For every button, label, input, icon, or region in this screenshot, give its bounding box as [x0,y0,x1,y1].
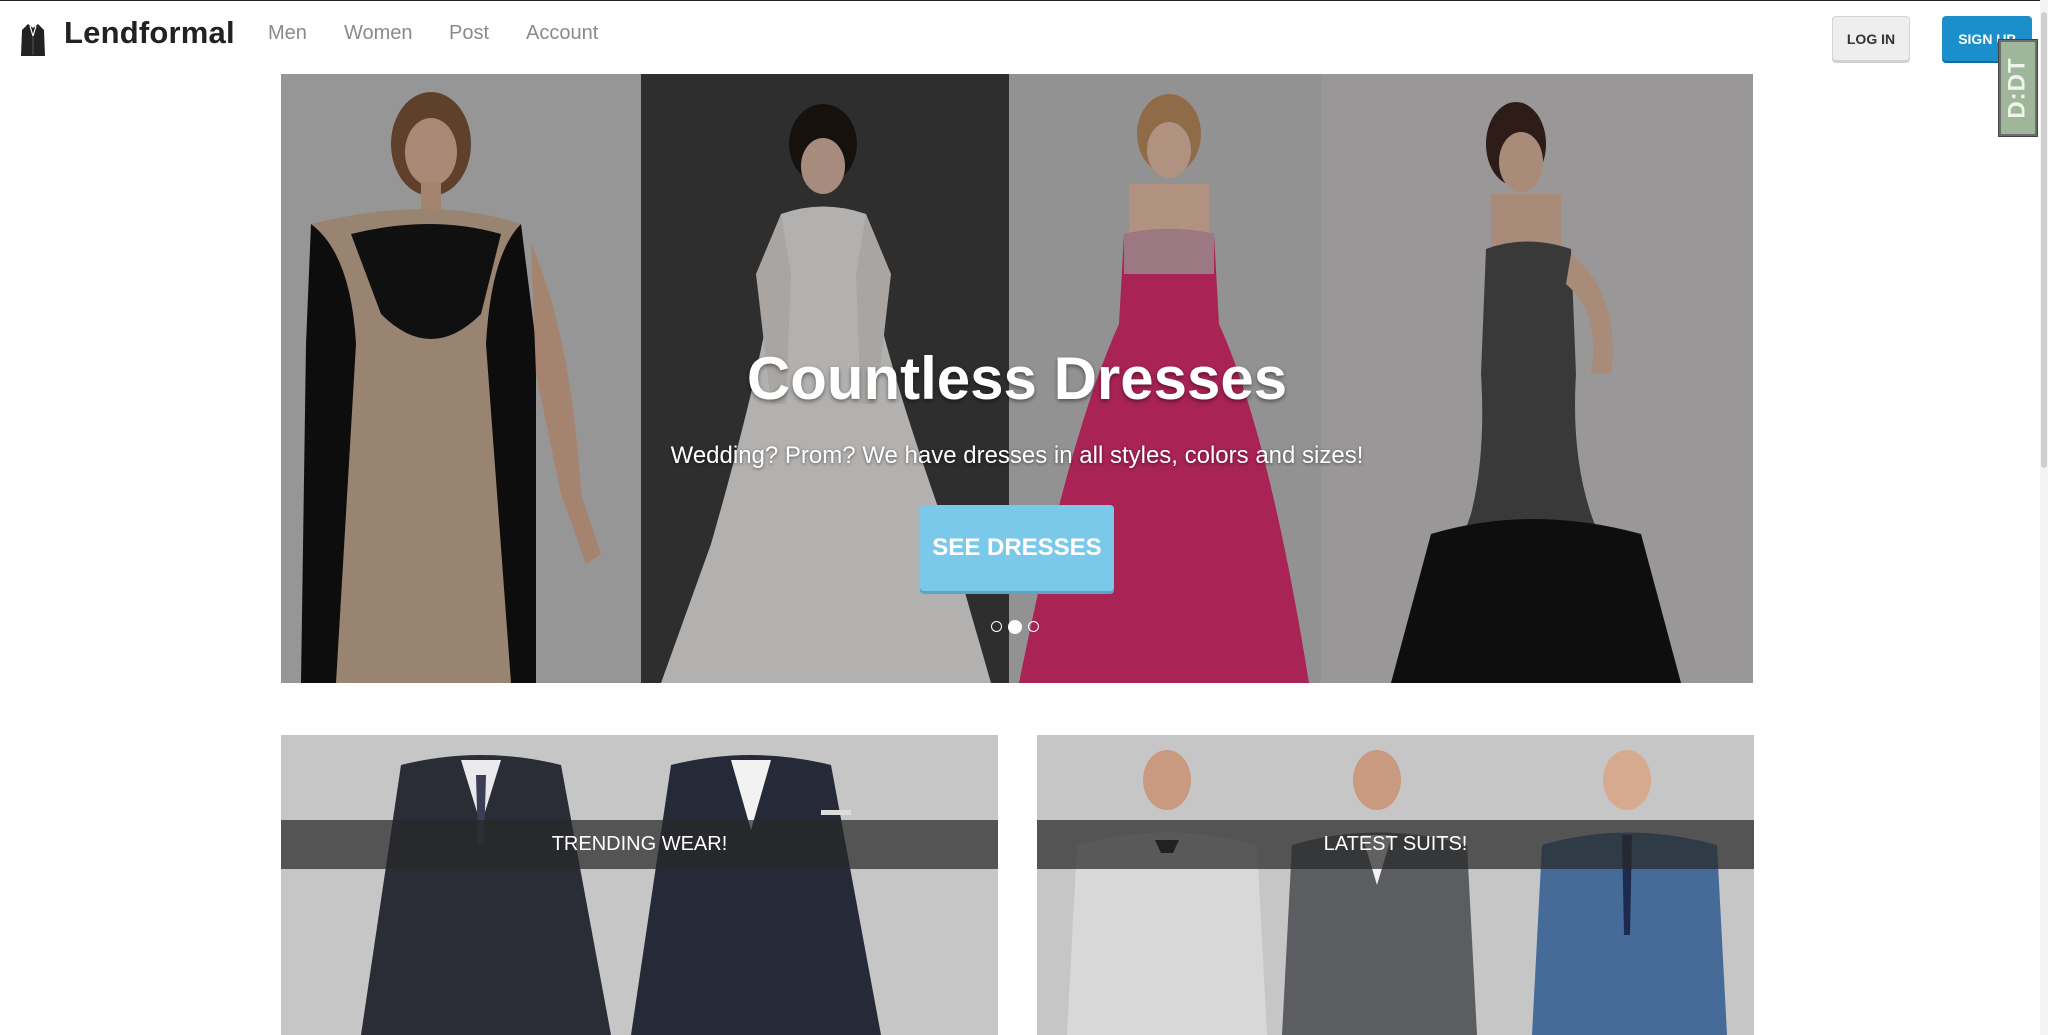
card-label-band: LATEST SUITS! [1037,820,1754,869]
carousel-dot-2[interactable] [1008,620,1022,634]
nav-link-women[interactable]: Women [344,22,413,45]
nav-link-men[interactable]: Men [268,22,307,45]
card-label: LATEST SUITS! [1323,833,1468,855]
nav-link-account[interactable]: Account [526,22,598,45]
latest-suits-image [1067,750,1727,1035]
carousel-dot-1[interactable] [991,621,1002,632]
category-card-latest-suits[interactable]: LATEST SUITS! [1037,735,1754,1035]
carousel-indicators [991,620,1039,635]
extension-badge-label: D:DT [2004,57,2032,119]
card-label-band: TRENDING WEAR! [281,820,998,869]
hero-carousel: Countless Dresses Wedding? Prom? We have… [281,74,1753,683]
trending-suits-image [361,755,881,1035]
hero-subtitle: Wedding? Prom? We have dresses in all st… [670,442,1364,469]
scrollbar-thumb[interactable] [2041,12,2047,468]
category-card-trending-wear[interactable]: TRENDING WEAR! [281,735,998,1035]
see-dresses-button[interactable]: SEE DRESSES [920,505,1114,591]
top-navbar: Lendformal Men Women Post Account LOG IN… [0,1,2048,67]
hero-title: Countless Dresses [746,345,1288,412]
login-button[interactable]: LOG IN [1832,16,1910,61]
jacket-icon [21,24,45,56]
carousel-dot-3[interactable] [1028,621,1039,632]
nav-link-post[interactable]: Post [449,22,489,45]
browser-extension-badge[interactable]: D:DT [1998,39,2038,137]
brand-logo-text[interactable]: Lendformal [64,15,235,51]
card-label: TRENDING WEAR! [551,833,728,855]
